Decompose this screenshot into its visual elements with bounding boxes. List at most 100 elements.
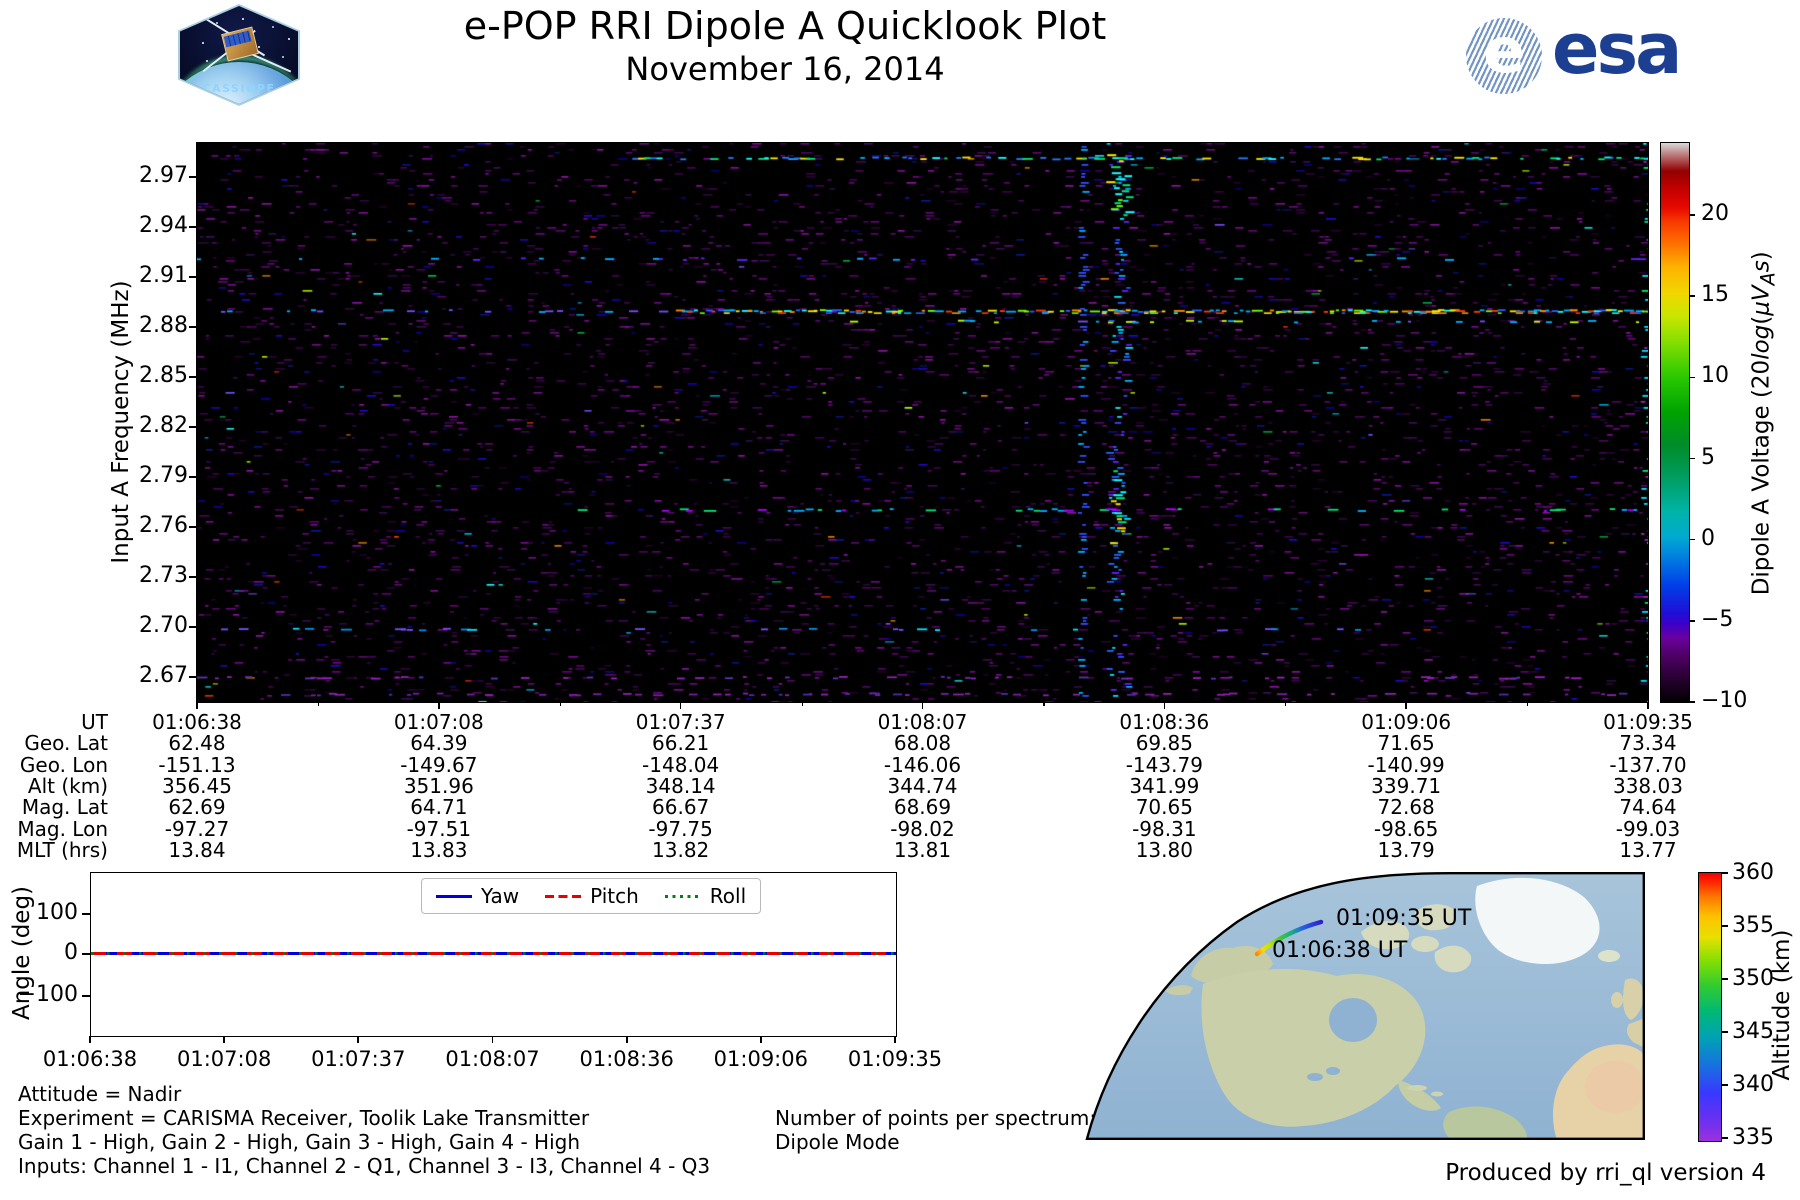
angle-plot: Yaw Pitch Roll <box>90 872 897 1037</box>
colorbar-label-s: s <box>1748 260 1775 273</box>
pitch-line-sample-icon <box>545 894 582 898</box>
ephemeris-value: 13.80 <box>1135 837 1193 862</box>
time-tick <box>438 702 440 709</box>
altitude-colorbar-tick-label: 360 <box>1732 860 1774 885</box>
ephemeris-value: 01:07:37 <box>635 710 726 734</box>
solar-panel-icon <box>223 30 252 48</box>
ephemeris-value: 01:08:36 <box>1119 710 1210 734</box>
voltage-colorbar-tick-label: 15 <box>1701 282 1729 308</box>
angle-ytick-label: −100 <box>17 982 78 1007</box>
time-tick <box>1163 702 1166 709</box>
ephemeris-row-label: Mag. Lon <box>17 816 108 841</box>
groundtrack-map <box>965 872 1645 1140</box>
angle-xtick <box>625 1036 628 1043</box>
ephemeris-value: 01:07:08 <box>393 710 484 734</box>
esa-globe-letter: e <box>1482 18 1526 87</box>
ephemeris-value: 356.45 <box>162 773 232 798</box>
legend-label-yaw: Yaw <box>481 884 520 908</box>
ephemeris-value: 62.69 <box>168 795 226 820</box>
colorbar-label-pre: Dipole A Voltage (20 <box>1748 359 1775 596</box>
spectrogram-plot <box>196 142 1649 703</box>
ephemeris-value: 338.03 <box>1612 773 1683 798</box>
annotation-attitude: Attitude = Nadir <box>18 1082 182 1106</box>
annotation-gains: Gain 1 - High, Gain 2 - High, Gain 3 - H… <box>18 1130 581 1154</box>
map-layers <box>1087 873 1644 1139</box>
ephemeris-value: 13.77 <box>1619 837 1677 862</box>
colorbar-label-log: log <box>1748 324 1775 360</box>
ephemeris-value: -137.70 <box>1609 752 1687 777</box>
altitude-colorbar-tick <box>1722 872 1728 874</box>
angle-xtick-label: 01:08:07 <box>445 1047 540 1071</box>
angle-ytick <box>82 995 90 997</box>
freq-tick-label: 2.91 <box>139 263 188 288</box>
ephemeris-value: -148.04 <box>642 752 720 777</box>
freq-tick <box>189 576 197 578</box>
time-tick <box>196 702 198 709</box>
angle-ytick <box>82 953 90 955</box>
ephemeris-value: 64.71 <box>410 795 468 820</box>
ephemeris-value: 01:09:35 <box>1603 710 1693 734</box>
ephemeris-value: -97.27 <box>164 816 230 841</box>
freq-tick-label: 2.85 <box>139 363 188 388</box>
freq-tick <box>189 376 197 378</box>
freq-tick <box>189 226 197 228</box>
freq-tick <box>189 426 197 428</box>
freq-tick-label: 2.76 <box>139 513 188 538</box>
angle-xtick <box>894 1036 896 1043</box>
voltage-colorbar-tick <box>1689 620 1695 622</box>
voltage-colorbar-label: Dipole A Voltage (20log(μVAs) <box>1749 103 1780 743</box>
time-tick <box>1405 702 1407 709</box>
ephemeris-value: 344.74 <box>887 773 958 798</box>
freq-tick <box>189 526 197 528</box>
altitude-colorbar-tick <box>1722 1031 1728 1033</box>
ephemeris-value: 01:08:07 <box>877 710 968 734</box>
ephemeris-value: -146.06 <box>883 752 962 777</box>
legend-label-pitch: Pitch <box>590 884 639 908</box>
colorbar-label-close: ) <box>1748 251 1775 261</box>
annotation-inputs: Inputs: Channel 1 - I1, Channel 2 - Q1, … <box>18 1154 711 1178</box>
ephemeris-value: 13.79 <box>1377 837 1435 862</box>
angle-xtick-label: 01:09:06 <box>713 1047 808 1071</box>
ephemeris-value: 74.64 <box>1619 795 1677 820</box>
cassiope-mission-logo: CASSIOPE <box>178 4 300 106</box>
roll-line-sample-icon <box>664 894 701 898</box>
ephemeris-value: -97.75 <box>648 816 713 841</box>
ephemeris-row-label: Mag. Lat <box>21 795 108 820</box>
angle-xtick <box>759 1036 762 1043</box>
voltage-colorbar-tick <box>1689 538 1695 541</box>
freq-tick <box>189 626 197 628</box>
ephemeris-value: 13.83 <box>410 837 468 862</box>
freq-tick-label: 2.94 <box>139 213 188 238</box>
freq-tick <box>189 676 197 678</box>
freq-tick-label: 2.70 <box>139 613 188 638</box>
angle-legend: Yaw Pitch Roll <box>421 878 762 914</box>
angle-ytick-label: 0 <box>64 940 78 965</box>
colorbar-label-paren: ( <box>1748 315 1775 325</box>
time-minor-tick <box>801 702 803 706</box>
angle-xtick <box>491 1036 494 1043</box>
ephemeris-value: 68.08 <box>893 731 952 756</box>
voltage-colorbar-tick <box>1689 457 1695 460</box>
ephemeris-value: 69.85 <box>1135 731 1193 756</box>
angle-xtick <box>89 1036 91 1043</box>
page-title: e-POP RRI Dipole A Quicklook Plot <box>463 4 1107 48</box>
track-start-time-label: 01:06:38 UT <box>1272 938 1408 963</box>
ephemeris-value: 13.81 <box>893 837 952 862</box>
altitude-colorbar-tick <box>1722 925 1728 927</box>
freq-tick-label: 2.67 <box>139 663 188 688</box>
esa-globe-icon: e <box>1466 18 1542 94</box>
ephemeris-value: -99.03 <box>1615 816 1681 841</box>
ephemeris-value: 64.39 <box>410 731 468 756</box>
ephemeris-value: -98.02 <box>890 816 955 841</box>
roll-line <box>91 952 896 955</box>
ephemeris-value: 72.68 <box>1377 795 1435 820</box>
altitude-colorbar-tick-label: 345 <box>1732 1019 1774 1044</box>
voltage-colorbar-tick <box>1689 701 1695 703</box>
yaw-line-sample-icon <box>436 894 472 898</box>
ephemeris-value: -98.31 <box>1132 816 1197 841</box>
ephemeris-value: 66.67 <box>652 795 710 820</box>
esa-wordmark: esa <box>1552 8 1682 90</box>
altitude-colorbar-tick-label: 340 <box>1732 1072 1774 1097</box>
ephemeris-value: -140.99 <box>1367 752 1445 777</box>
time-minor-tick <box>1285 702 1287 706</box>
